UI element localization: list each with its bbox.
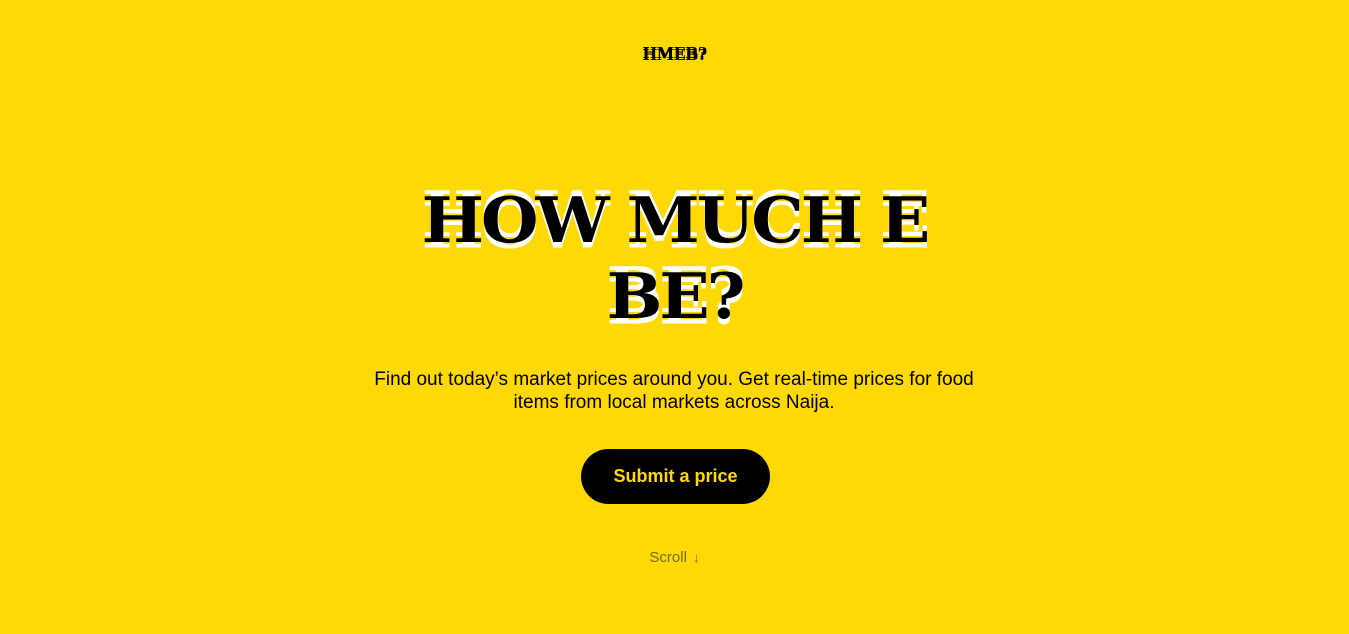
scroll-indicator[interactable]: Scroll ↓ — [0, 548, 1349, 568]
scroll-label: Scroll — [649, 549, 687, 566]
hero-headline-line-2: BE? — [606, 258, 746, 334]
arrow-down-icon: ↓ — [693, 550, 700, 565]
hero-headline-line-1: HOW MUCH E — [421, 182, 931, 258]
site-logo[interactable]: HMEB? — [0, 44, 1349, 62]
landing-page: HMEB? HOW MUCH E BE? Find out today’s ma… — [0, 0, 1349, 634]
submit-price-button[interactable]: Submit a price — [581, 449, 770, 504]
hero-subtitle: Find out today’s market prices around yo… — [374, 369, 974, 413]
hero-headline: HOW MUCH E BE? — [0, 182, 1349, 334]
